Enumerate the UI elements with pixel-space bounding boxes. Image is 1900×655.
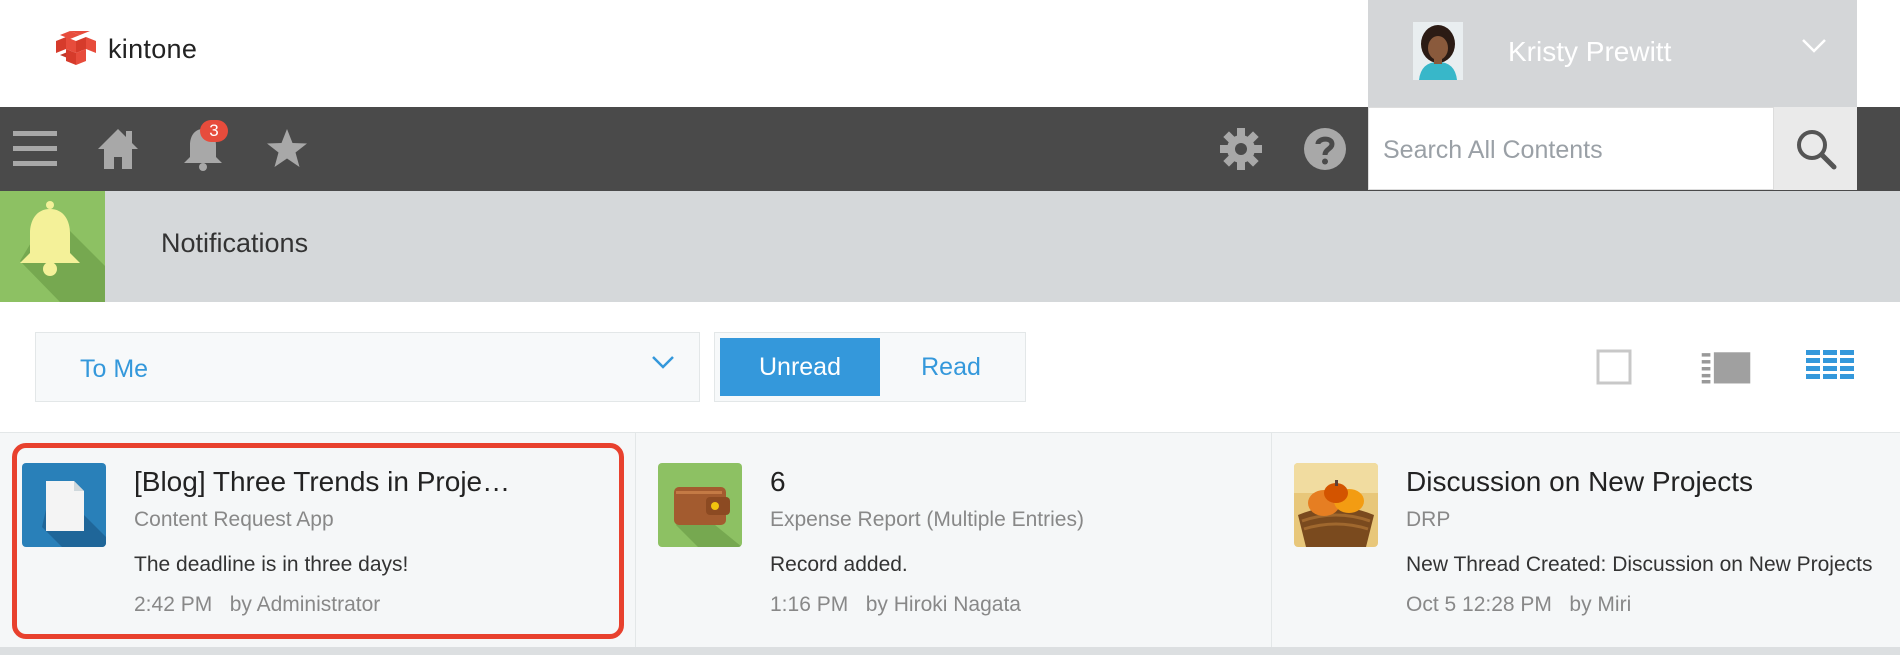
logo-text: kintone bbox=[108, 33, 198, 64]
notifications-app-icon bbox=[0, 191, 105, 302]
read-tab[interactable]: Read bbox=[880, 338, 1022, 396]
notification-meta: 2:42 PM by Administrator bbox=[134, 593, 380, 617]
notification-meta: Oct 5 12:28 PM by Miri bbox=[1406, 593, 1631, 617]
notification-app-name: DRP bbox=[1406, 508, 1451, 531]
user-menu[interactable]: Kristy Prewitt bbox=[1368, 0, 1857, 107]
chevron-down-icon bbox=[1802, 39, 1826, 53]
search-input[interactable] bbox=[1383, 130, 1763, 170]
home-icon bbox=[98, 129, 138, 169]
avatar bbox=[1413, 22, 1463, 80]
wallet-app-icon bbox=[658, 463, 742, 547]
notification-author: by Miri bbox=[1569, 593, 1632, 616]
notification-title: [Blog] Three Trends in Proje… bbox=[134, 466, 511, 497]
notification-time: 1:16 PM bbox=[770, 593, 849, 616]
list-view-button[interactable] bbox=[1700, 344, 1752, 390]
notification-card[interactable]: Discussion on New Projects DRP New Threa… bbox=[1272, 433, 1900, 648]
search-button[interactable] bbox=[1774, 107, 1857, 190]
help-button[interactable] bbox=[1301, 125, 1349, 173]
page-header: Notifications bbox=[0, 191, 1900, 302]
grid-view-icon bbox=[1806, 350, 1854, 379]
notification-title: Discussion on New Projects bbox=[1406, 466, 1754, 497]
single-view-button[interactable] bbox=[1588, 344, 1640, 390]
page-title: Notifications bbox=[161, 228, 309, 258]
search-icon bbox=[1796, 129, 1836, 169]
recipient-filter-select[interactable]: To Me bbox=[35, 332, 700, 402]
chevron-down-icon bbox=[652, 356, 674, 369]
bell-icon bbox=[20, 201, 105, 302]
notification-message: Record added. bbox=[770, 553, 908, 576]
read-state-toggle: Unread Read bbox=[714, 332, 1026, 402]
recipient-filter-value: To Me bbox=[80, 355, 149, 383]
help-icon bbox=[1304, 128, 1346, 170]
grid-view-button[interactable] bbox=[1804, 344, 1856, 390]
notification-card[interactable]: 6 Expense Report (Multiple Entries) Reco… bbox=[636, 433, 1272, 648]
gear-icon bbox=[1220, 128, 1262, 170]
notification-time: 2:42 PM bbox=[134, 593, 213, 616]
hamburger-menu-button[interactable] bbox=[11, 125, 59, 173]
notification-time: Oct 5 12:28 PM bbox=[1406, 593, 1552, 616]
notification-app-name: Expense Report (Multiple Entries) bbox=[770, 508, 1084, 531]
user-name: Kristy Prewitt bbox=[1508, 36, 1672, 67]
settings-button[interactable] bbox=[1217, 125, 1265, 173]
hamburger-icon bbox=[13, 131, 57, 166]
kintone-logo[interactable]: kintone bbox=[52, 31, 197, 67]
star-icon bbox=[267, 129, 307, 167]
square-view-icon bbox=[1596, 349, 1632, 385]
notification-count-badge: 3 bbox=[200, 120, 228, 142]
pumpkin-photo-thumbnail bbox=[1294, 463, 1378, 547]
search-container bbox=[1368, 107, 1774, 190]
notification-author: by Hiroki Nagata bbox=[865, 593, 1021, 616]
notification-card[interactable]: [Blog] Three Trends in Proje… Content Re… bbox=[0, 433, 636, 648]
notification-app-name: Content Request App bbox=[134, 508, 334, 531]
notification-list: [Blog] Three Trends in Proje… Content Re… bbox=[0, 432, 1900, 648]
top-header: kintone Kristy Prewitt bbox=[0, 0, 1900, 107]
notification-message: New Thread Created: Discussion on New Pr… bbox=[1406, 553, 1873, 576]
list-bottom-divider bbox=[0, 647, 1900, 655]
notification-title: 6 bbox=[770, 466, 786, 497]
home-button[interactable] bbox=[94, 125, 142, 173]
notification-author: by Administrator bbox=[229, 593, 381, 616]
document-app-icon bbox=[22, 463, 106, 547]
notification-meta: 1:16 PM by Hiroki Nagata bbox=[770, 593, 1021, 617]
list-view-icon bbox=[1701, 352, 1751, 384]
notification-message: The deadline is in three days! bbox=[134, 553, 409, 576]
kintone-logo-icon bbox=[56, 31, 96, 65]
favorites-button[interactable] bbox=[263, 125, 311, 173]
unread-tab[interactable]: Unread bbox=[720, 338, 880, 396]
